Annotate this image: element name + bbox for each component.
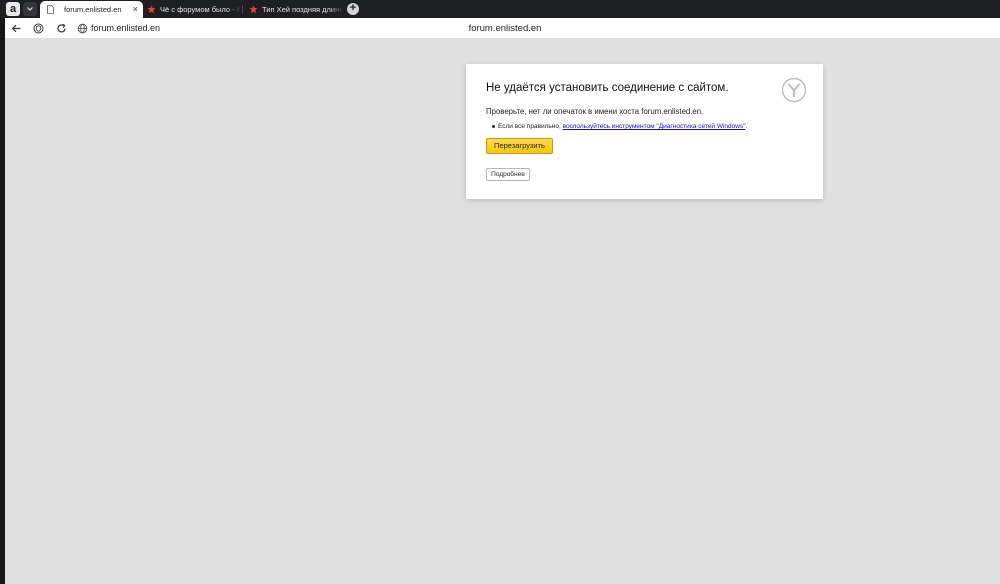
network-diagnostics-link[interactable]: воспользуйтесь инструментом "Диагностика…	[563, 123, 746, 130]
tab-bar: a forum.enlisted.en × Чё с форумом было …	[0, 0, 1000, 18]
address-bar-page-title: forum.enlisted.en	[468, 23, 542, 34]
browser-menu-button[interactable]: a	[6, 2, 20, 16]
reload-button[interactable]: Перезагрузить	[486, 138, 553, 154]
hint-text: Если все правильно,	[498, 123, 563, 130]
document-icon	[47, 5, 54, 14]
forum-favicon-icon	[249, 5, 258, 14]
yandex-logo-icon	[781, 77, 807, 103]
forum-favicon-icon	[147, 5, 156, 14]
tabs-dropdown-button[interactable]	[23, 2, 37, 16]
tab-label: forum.enlisted.en	[64, 5, 122, 14]
tab-fade	[227, 1, 241, 18]
new-tab-button[interactable]: +	[347, 3, 359, 15]
error-title: Не удаётся установить соединение с сайто…	[486, 82, 729, 94]
connection-error-card: Не удаётся установить соединение с сайто…	[466, 64, 823, 199]
page-content: Не удаётся установить соединение с сайто…	[5, 39, 1000, 584]
browser-toolbar: forum.enlisted.en forum.enlisted.en	[5, 18, 1000, 39]
tab-separator	[242, 5, 243, 14]
tab-close-button[interactable]: ×	[133, 1, 138, 18]
chevron-down-icon	[27, 7, 33, 11]
plus-icon: +	[349, 2, 357, 14]
tab-hey-type[interactable]: Тип Хей поздняя длинная	[245, 1, 343, 18]
troubleshoot-hint: Если все правильно, воспользуйтесь инстр…	[492, 123, 748, 130]
tab-forum-enlisted[interactable]: forum.enlisted.en ×	[40, 1, 143, 18]
hint-end: .	[745, 123, 748, 130]
tab-fade	[329, 1, 343, 18]
details-button[interactable]: Подробнее	[486, 168, 530, 181]
tab-forum-chatter[interactable]: Чё с форумом было - Кон	[143, 1, 241, 18]
bullet	[492, 125, 495, 128]
error-description: Проверьте, нет ли опечаток в имени хоста…	[486, 107, 704, 116]
